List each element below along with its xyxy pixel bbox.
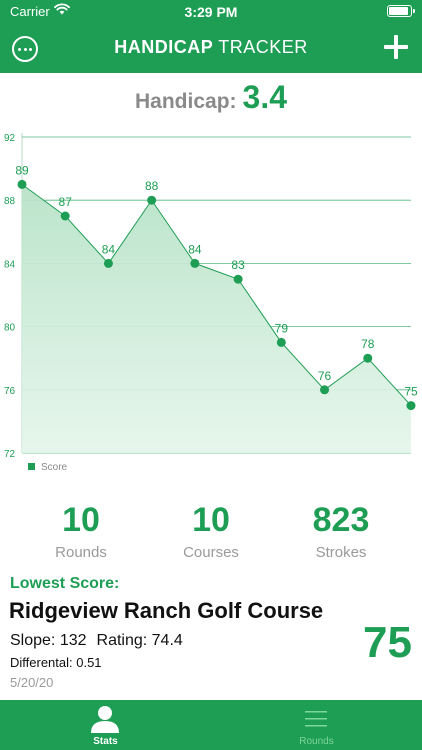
score-point [320, 385, 330, 395]
lowest-score-heading: Lowest Score: [10, 575, 120, 592]
score-point [276, 337, 286, 347]
y-tick-label: 80 [4, 323, 16, 334]
stat-strokes-label: Strokes [315, 544, 367, 561]
stat-courses-value: 10 [192, 501, 230, 539]
lowest-score-date: 5/20/20 [10, 675, 54, 690]
title-bold: HANDICAP [114, 37, 214, 57]
lowest-score-course: Ridgeview Ranch Golf Course [9, 598, 324, 623]
y-tick-label: 88 [4, 196, 16, 207]
tab-stats-label: Stats [93, 736, 118, 747]
person-icon [91, 706, 119, 733]
tab-bar: Stats Rounds [0, 700, 422, 750]
stat-rounds-value: 10 [62, 501, 100, 539]
app-header: Carrier 3:29 PM HANDICAP TRACKER [0, 0, 422, 73]
status-time: 3:29 PM [184, 4, 238, 20]
stat-courses: 10 Courses [141, 500, 281, 561]
data-label: 89 [15, 163, 29, 177]
handicap-summary: Handicap: 3.4 [0, 79, 422, 116]
stat-rounds: 10 Rounds [11, 500, 151, 561]
data-label: 88 [145, 179, 159, 193]
y-tick-label: 92 [4, 133, 16, 144]
nav-bar: HANDICAP TRACKER [0, 24, 422, 73]
data-label: 87 [59, 195, 73, 209]
y-tick-label: 72 [4, 449, 16, 460]
data-label: 76 [318, 369, 332, 383]
score-point [147, 195, 157, 205]
status-bar: Carrier 3:29 PM [0, 0, 422, 24]
battery-level [389, 7, 408, 15]
lowest-score-value: 75 [363, 618, 412, 667]
score-chart: 92 88 84 80 76 72 89 87 84 88 84 83 79 76 78 75 Score [0, 125, 422, 475]
battery-icon [387, 5, 415, 17]
tab-rounds-label: Rounds [299, 736, 334, 747]
score-point [190, 258, 200, 268]
score-point [60, 211, 70, 221]
data-label: 79 [275, 321, 289, 335]
stat-strokes: 823 Strokes [271, 500, 411, 561]
data-label: 84 [102, 242, 116, 256]
y-tick-label: 76 [4, 386, 16, 397]
lowest-score-slope-rating: Slope: 132 Rating: 74.4 [10, 632, 183, 650]
legend-swatch [28, 463, 35, 470]
list-icon [305, 711, 327, 727]
rating-value: Rating: 74.4 [96, 632, 183, 649]
score-point [103, 258, 113, 268]
data-label: 78 [361, 337, 375, 351]
slope-value: Slope: 132 [10, 632, 87, 649]
score-point [233, 274, 243, 284]
y-tick-label: 84 [4, 259, 16, 270]
data-label: 75 [404, 385, 418, 399]
score-point [17, 179, 27, 189]
data-label: 83 [231, 258, 245, 272]
score-chart-svg: 92 88 84 80 76 72 89 87 84 88 84 83 79 76 78 75 Score [4, 133, 418, 473]
stat-courses-label: Courses [183, 544, 239, 561]
add-round-button[interactable] [384, 35, 408, 59]
stat-strokes-value: 823 [312, 501, 370, 539]
score-area [22, 184, 411, 453]
stat-rounds-label: Rounds [55, 544, 107, 561]
legend-label: Score [41, 462, 68, 473]
page-title: HANDICAP TRACKER [0, 37, 422, 58]
differential-value: Differental: 0.51 [10, 655, 102, 670]
tab-stats[interactable]: Stats [0, 700, 211, 750]
data-label: 84 [188, 242, 202, 256]
tab-rounds[interactable]: Rounds [211, 700, 422, 750]
score-point [363, 353, 373, 363]
title-light: TRACKER [218, 37, 308, 57]
handicap-label: Handicap: [135, 90, 237, 113]
score-point [406, 401, 416, 411]
handicap-value: 3.4 [242, 79, 287, 115]
